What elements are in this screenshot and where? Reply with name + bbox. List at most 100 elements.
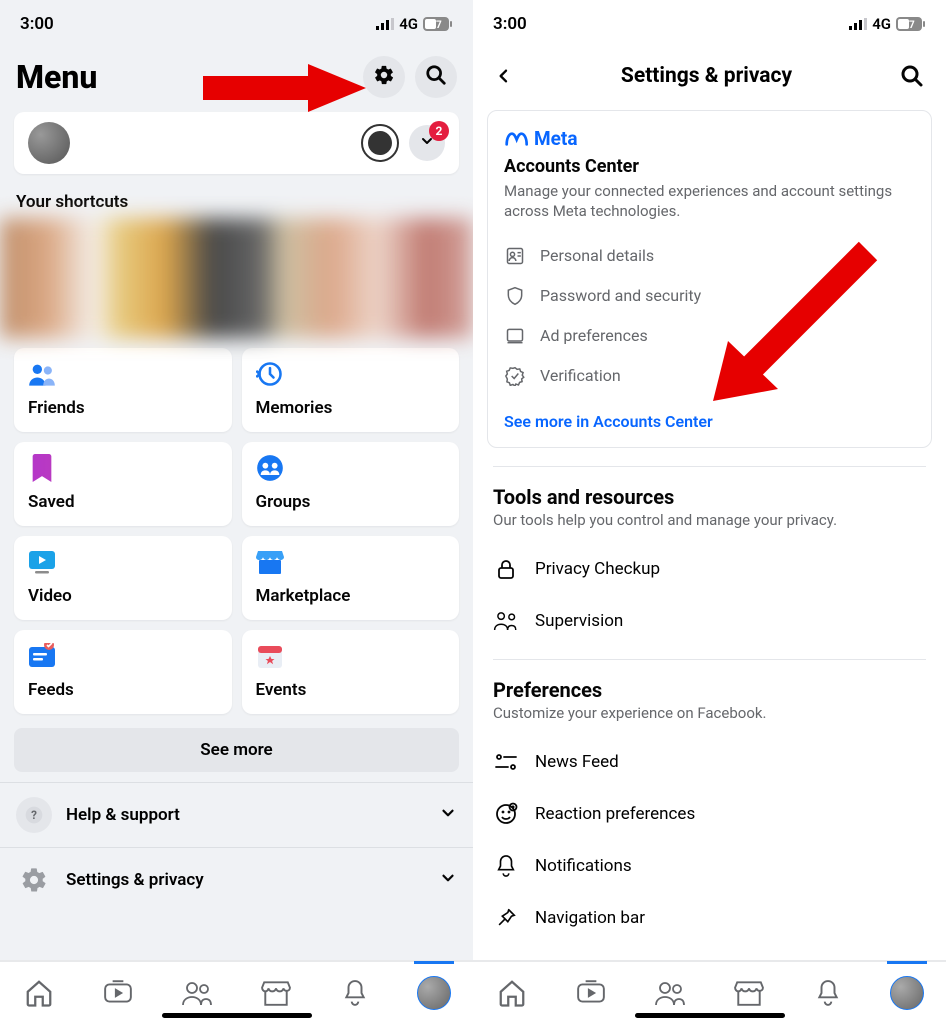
- tile-feeds[interactable]: Feeds: [14, 630, 232, 714]
- ac-item-label: Ad preferences: [540, 326, 648, 345]
- search-icon: [425, 64, 447, 90]
- status-time: 3:00: [493, 14, 527, 34]
- page-title: Settings & privacy: [519, 64, 894, 88]
- menu-help-support[interactable]: ? Help & support: [0, 782, 473, 847]
- expand-accounts-button[interactable]: 2: [409, 125, 445, 161]
- see-more-button[interactable]: See more: [14, 728, 459, 772]
- tile-label: Friends: [28, 398, 218, 418]
- help-icon: ?: [16, 797, 52, 833]
- lock-icon: [493, 556, 519, 582]
- status-bar: 3:00 4G 47: [473, 0, 946, 48]
- status-time: 3:00: [20, 14, 54, 34]
- tile-label: Memories: [256, 398, 446, 418]
- tab-menu[interactable]: [877, 963, 937, 1023]
- tools-heading: Tools and resources: [493, 485, 926, 509]
- preferences-heading: Preferences: [493, 678, 926, 702]
- memories-icon: [256, 360, 284, 388]
- tile-label: Marketplace: [256, 586, 446, 606]
- tile-label: Groups: [256, 492, 446, 512]
- notification-badge: 2: [429, 121, 449, 141]
- back-button[interactable]: [489, 61, 519, 91]
- row-reaction-preferences[interactable]: Reaction preferences: [493, 788, 926, 840]
- annotation-arrow: [703, 241, 883, 411]
- accounts-center-sub: Manage your connected experiences and ac…: [504, 181, 915, 222]
- avatar-icon: [417, 976, 451, 1010]
- row-supervision[interactable]: Supervision: [493, 595, 926, 647]
- row-navigation-bar[interactable]: Navigation bar: [493, 892, 926, 944]
- svg-text:47: 47: [903, 20, 915, 31]
- row-notifications[interactable]: Notifications: [493, 840, 926, 892]
- tools-sub: Our tools help you control and manage yo…: [493, 511, 926, 529]
- meta-logo: Meta: [504, 127, 915, 150]
- meta-brand: Meta: [534, 127, 578, 150]
- menu-label: Settings & privacy: [66, 870, 425, 890]
- chevron-down-icon: [439, 804, 457, 826]
- avatar: [28, 122, 70, 164]
- feeds-icon: [28, 642, 56, 670]
- tile-marketplace[interactable]: Marketplace: [242, 536, 460, 620]
- page-title: Menu: [16, 58, 97, 96]
- row-news-feed[interactable]: News Feed: [493, 736, 926, 788]
- tile-groups[interactable]: Groups: [242, 442, 460, 526]
- battery-icon: 47: [423, 17, 453, 31]
- chevron-down-icon: [439, 869, 457, 891]
- tab-home[interactable]: [9, 963, 69, 1023]
- avatar-icon: [890, 976, 924, 1010]
- row-privacy-checkup[interactable]: Privacy Checkup: [493, 543, 926, 595]
- settings-button[interactable]: [363, 56, 405, 98]
- see-more-accounts-center-link[interactable]: See more in Accounts Center: [504, 412, 915, 431]
- tile-label: Events: [256, 680, 446, 700]
- tile-saved[interactable]: Saved: [14, 442, 232, 526]
- row-label: Privacy Checkup: [535, 559, 660, 579]
- home-indicator: [635, 1013, 785, 1018]
- ac-item-label: Personal details: [540, 246, 654, 265]
- row-label: Notifications: [535, 856, 632, 876]
- news-feed-icon: [493, 749, 519, 775]
- tab-video[interactable]: [88, 963, 148, 1023]
- shortcuts-row[interactable]: [0, 218, 473, 338]
- row-label: Reaction preferences: [535, 804, 695, 824]
- reaction-icon: [493, 801, 519, 827]
- row-label: News Feed: [535, 752, 619, 772]
- menu-settings-privacy[interactable]: Settings & privacy: [0, 847, 473, 912]
- signal-icon: [849, 18, 867, 30]
- personal-details-icon: [504, 245, 526, 267]
- bell-icon: [493, 853, 519, 879]
- tile-events[interactable]: Events: [242, 630, 460, 714]
- saved-icon: [28, 454, 56, 482]
- search-button[interactable]: [894, 58, 930, 94]
- tab-notifications[interactable]: [798, 963, 858, 1023]
- shield-icon: [504, 285, 526, 307]
- menu-label: Help & support: [66, 805, 425, 825]
- ad-preferences-icon: [504, 325, 526, 347]
- tile-memories[interactable]: Memories: [242, 348, 460, 432]
- accounts-center-card: Meta Accounts Center Manage your connect…: [487, 110, 932, 448]
- tab-menu[interactable]: [404, 963, 464, 1023]
- annotation-arrow: [198, 58, 368, 118]
- tab-home[interactable]: [482, 963, 542, 1023]
- battery-icon: 47: [896, 17, 926, 31]
- gear-icon: [373, 64, 395, 90]
- search-button[interactable]: [415, 56, 457, 98]
- profile-card[interactable]: 2: [14, 112, 459, 174]
- tile-label: Feeds: [28, 680, 218, 700]
- signal-icon: [376, 18, 394, 30]
- row-label: Supervision: [535, 611, 623, 631]
- shortcuts-heading: Your shortcuts: [0, 184, 473, 218]
- ac-item-label: Verification: [540, 366, 621, 385]
- settings-privacy-icon: [16, 862, 52, 898]
- ac-item-label: Password and security: [540, 286, 701, 305]
- preferences-sub: Customize your experience on Facebook.: [493, 704, 926, 722]
- supervision-icon: [493, 608, 519, 634]
- svg-text:47: 47: [430, 20, 442, 31]
- tile-label: Saved: [28, 492, 218, 512]
- tile-friends[interactable]: Friends: [14, 348, 232, 432]
- tab-video[interactable]: [561, 963, 621, 1023]
- network-label: 4G: [872, 15, 891, 33]
- tab-notifications[interactable]: [325, 963, 385, 1023]
- row-label: Navigation bar: [535, 908, 645, 928]
- svg-text:?: ?: [31, 808, 37, 822]
- switch-account-icon[interactable]: [361, 124, 399, 162]
- tile-video[interactable]: Video: [14, 536, 232, 620]
- accounts-center-heading: Accounts Center: [504, 156, 915, 177]
